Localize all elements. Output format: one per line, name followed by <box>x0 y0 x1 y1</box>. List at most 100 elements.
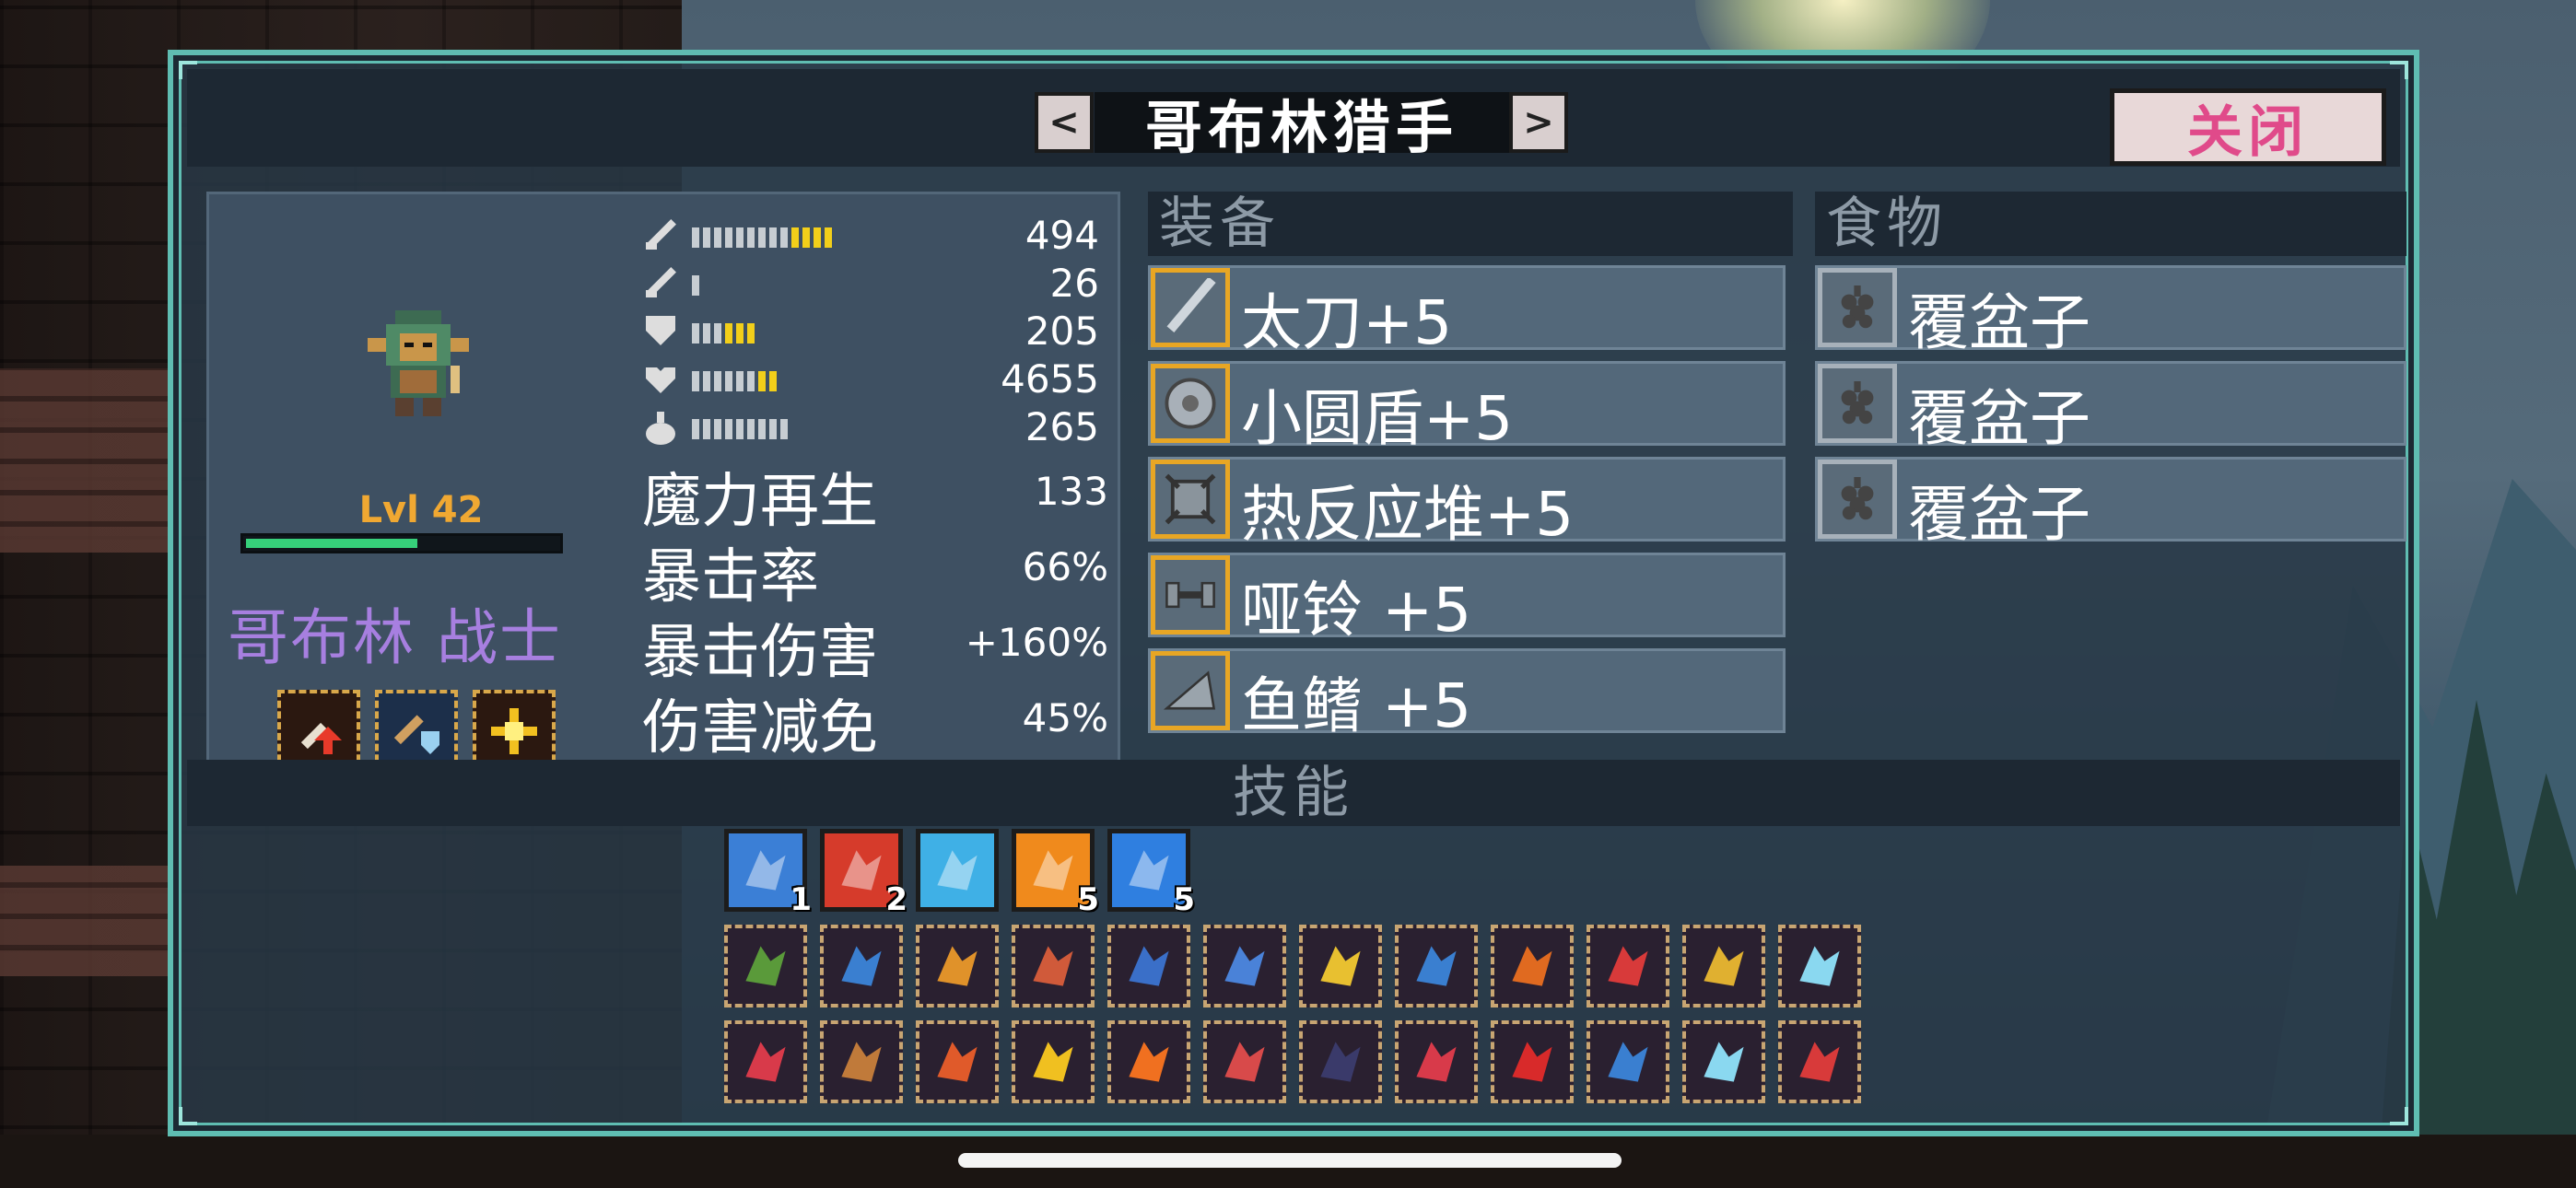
skill-slot-icon[interactable] <box>724 925 807 1007</box>
round-shield-icon <box>1151 364 1230 443</box>
skill-slot-icon[interactable] <box>1299 925 1382 1007</box>
ice-slash-icon[interactable] <box>916 829 999 912</box>
stat-bar-segment <box>703 323 710 344</box>
skill-slot-icon[interactable] <box>1778 1020 1861 1103</box>
wind-slash-icon[interactable]: 5 <box>1107 829 1195 918</box>
food-label: 覆盆子 <box>1908 479 2090 550</box>
stat-bar-segment <box>802 227 810 248</box>
stat-bar-segment <box>725 371 732 391</box>
xp-bar-fill <box>246 539 417 548</box>
stat-value: 26 <box>1049 261 1099 306</box>
skill-slot-icon[interactable] <box>1682 925 1765 1007</box>
stat-row-mana: 265 <box>642 404 1112 450</box>
stat-value: 45% <box>1022 695 1108 740</box>
food-header: 食物 <box>1815 192 2406 256</box>
skill-slot-icon[interactable] <box>1107 1020 1190 1103</box>
skill-glyph <box>1129 1042 1169 1082</box>
skill-slot-icon[interactable] <box>724 1020 807 1103</box>
skill-slot-icon[interactable] <box>1587 1020 1669 1103</box>
stat-bar <box>692 419 788 439</box>
equipment-slot[interactable]: 热反应堆+5 <box>1148 457 1786 550</box>
skill-glyph <box>1704 946 1744 986</box>
equipment-label: 哑铃 +5 <box>1241 575 1472 646</box>
skill-glyph <box>937 946 978 986</box>
fire-slash-icon[interactable]: 5 <box>1012 829 1099 918</box>
stat-bar-segment <box>692 419 699 439</box>
skill-slot-icon[interactable] <box>1491 925 1574 1007</box>
stat-bar-segment <box>692 275 699 296</box>
stat-bar <box>692 371 777 391</box>
stat-label: 伤害减免 <box>642 694 878 763</box>
stat-bar-segment <box>736 323 744 344</box>
skill-slot-icon[interactable] <box>916 1020 999 1103</box>
skill-slot-icon[interactable] <box>1012 925 1095 1007</box>
skill-slot-icon[interactable] <box>1203 925 1286 1007</box>
stat-bar-segment <box>703 371 710 391</box>
skill-slot-icon[interactable] <box>820 925 903 1007</box>
skill-level: 5 <box>1077 881 1099 918</box>
skill-glyph <box>1799 946 1840 986</box>
raspberry-icon <box>1818 268 1897 347</box>
equipment-slot[interactable]: 小圆盾+5 <box>1148 361 1786 454</box>
explosion-icon[interactable]: 2 <box>820 829 907 918</box>
stat-bar-segment <box>769 371 777 391</box>
stat-bar-segment <box>703 227 710 248</box>
skill-slot-icon[interactable] <box>1395 925 1478 1007</box>
skill-glyph <box>937 850 978 891</box>
stat-bar-segment <box>692 227 699 248</box>
skill-glyph <box>1033 850 1073 891</box>
stat-bar-segment <box>769 419 777 439</box>
equipment-slot[interactable]: 鱼鳍 +5 <box>1148 648 1786 741</box>
shield-icon <box>646 316 675 345</box>
close-button[interactable]: 关闭 <box>2110 88 2386 166</box>
skill-glyph <box>1224 946 1265 986</box>
stat-bar <box>692 227 832 248</box>
stat-bar-segment <box>692 371 699 391</box>
food-slot[interactable]: 覆盆子 <box>1815 457 2406 550</box>
skill-slot-icon[interactable] <box>1778 925 1861 1007</box>
background-bricks <box>0 368 175 553</box>
skill-slot-icon[interactable] <box>1299 1020 1382 1103</box>
skill-slot-icon[interactable] <box>1491 1020 1574 1103</box>
next-character-button[interactable]: > <box>1509 92 1568 153</box>
skill-slot-icon[interactable] <box>1107 925 1190 1007</box>
stat-bar-segment <box>825 227 832 248</box>
skill-glyph <box>841 1042 882 1082</box>
skill-glyph <box>937 1042 978 1082</box>
home-indicator[interactable] <box>958 1153 1622 1168</box>
stat-bar-segment <box>747 323 755 344</box>
food-slot[interactable]: 覆盆子 <box>1815 265 2406 358</box>
food-slot[interactable]: 覆盆子 <box>1815 361 2406 454</box>
stat-bar-segment <box>692 323 699 344</box>
skill-slot-icon[interactable] <box>820 1020 903 1103</box>
equipment-header: 装备 <box>1148 192 1793 256</box>
stat-label: 暴击伤害 <box>642 619 878 687</box>
skill-slot-icon[interactable] <box>1682 1020 1765 1103</box>
skill-slot-icon[interactable] <box>916 925 999 1007</box>
stat-label: 魔力再生 <box>642 468 878 536</box>
equipment-slot[interactable]: 哑铃 +5 <box>1148 553 1786 646</box>
stat-bar-segment <box>780 227 788 248</box>
heart-icon <box>646 367 675 393</box>
raspberry-icon <box>1818 460 1897 539</box>
xp-bar <box>240 533 563 553</box>
skill-slot-icon[interactable] <box>1395 1020 1478 1103</box>
level-label: Lvl 42 <box>358 489 484 531</box>
skill-slot-icon[interactable] <box>1587 925 1669 1007</box>
skill-level: 2 <box>885 881 907 918</box>
stat-value: 205 <box>1025 309 1099 354</box>
background-bricks <box>0 866 175 976</box>
food-label: 覆盆子 <box>1908 383 2090 454</box>
skill-glyph <box>841 850 882 891</box>
skill-slot-icon[interactable] <box>1012 1020 1095 1103</box>
equipment-slot[interactable]: 太刀+5 <box>1148 265 1786 358</box>
stat-value: 133 <box>1034 469 1108 514</box>
prev-character-button[interactable]: < <box>1035 92 1094 153</box>
food-label: 覆盆子 <box>1908 287 2090 358</box>
skill-glyph <box>745 1042 786 1082</box>
skill-slot-icon[interactable] <box>1203 1020 1286 1103</box>
tornado-icon[interactable]: 1 <box>724 829 812 918</box>
skill-glyph <box>1033 946 1073 986</box>
character-title: 哥布林猎手 <box>1095 92 1509 161</box>
skill-glyph <box>1129 850 1169 891</box>
